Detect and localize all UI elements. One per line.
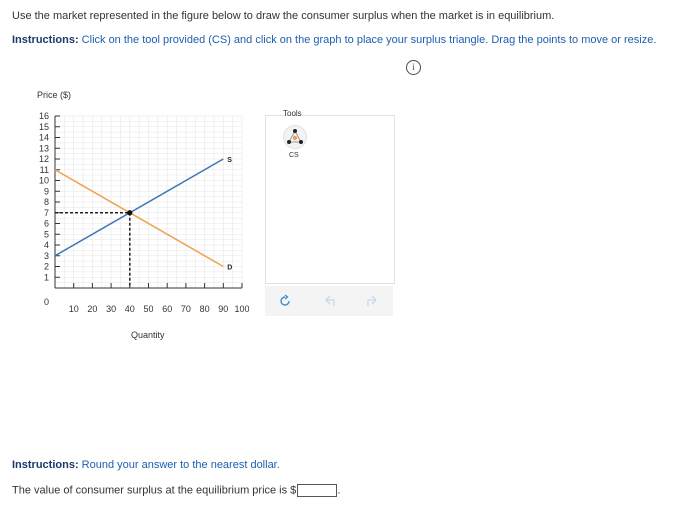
answer-row: The value of consumer surplus at the equ… (12, 484, 340, 497)
reset-icon[interactable] (278, 294, 292, 308)
answer-input[interactable] (297, 484, 338, 497)
x-axis-label: Quantity (131, 330, 165, 340)
tools-title: Tools (283, 109, 302, 118)
x-tick-label: 60 (162, 304, 172, 314)
chart-series: SD (54, 157, 232, 272)
curve-label-s: S (227, 157, 232, 164)
x-tick-label: 10 (69, 304, 79, 314)
y-tick-label: 4 (44, 240, 49, 250)
x-tick-label: 100 (234, 304, 249, 314)
y-tick-label: 13 (39, 143, 49, 153)
y-tick-label: 3 (44, 251, 49, 261)
y-tick-label: 10 (39, 176, 49, 186)
y-tick-label: 8 (44, 197, 49, 207)
x-tick-label: 40 (125, 304, 135, 314)
curve-label-d: D (227, 265, 232, 272)
action-bar (265, 286, 393, 316)
y-tick-label: 2 (44, 262, 49, 272)
origin-label: 0 (44, 297, 49, 307)
undo-icon[interactable] (322, 294, 336, 308)
y-tick-label: 12 (39, 154, 49, 164)
equilibrium-point (127, 210, 133, 216)
x-tick-label: 80 (200, 304, 210, 314)
y-tick-label: 6 (44, 219, 49, 229)
instructions-rounding: Instructions: Round your answer to the n… (12, 459, 280, 471)
y-tick-label: 15 (39, 122, 49, 132)
x-tick-label: 90 (218, 304, 228, 314)
x-tick-label: 20 (87, 304, 97, 314)
x-tick-label: 50 (143, 304, 153, 314)
answer-suffix: . (337, 484, 341, 497)
x-tick-label: 70 (181, 304, 191, 314)
cs-tool-button[interactable] (283, 125, 307, 149)
instructions-text: Round your answer to the nearest dollar. (78, 459, 280, 471)
x-tick-label: 30 (106, 304, 116, 314)
triangle-points-icon (287, 129, 303, 144)
y-tick-label: 7 (44, 208, 49, 218)
answer-prompt: The value of consumer surplus at the equ… (12, 484, 297, 497)
y-tick-label: 5 (44, 229, 49, 239)
y-tick-label: 11 (40, 165, 49, 175)
cs-tool-label: CS (289, 152, 299, 159)
redo-icon[interactable] (366, 294, 380, 308)
y-tick-label: 1 (44, 272, 49, 282)
y-tick-label: 9 (44, 186, 49, 196)
instructions-label: Instructions: (12, 459, 79, 471)
y-tick-label: 14 (39, 133, 49, 143)
y-tick-label: 16 (39, 111, 49, 121)
